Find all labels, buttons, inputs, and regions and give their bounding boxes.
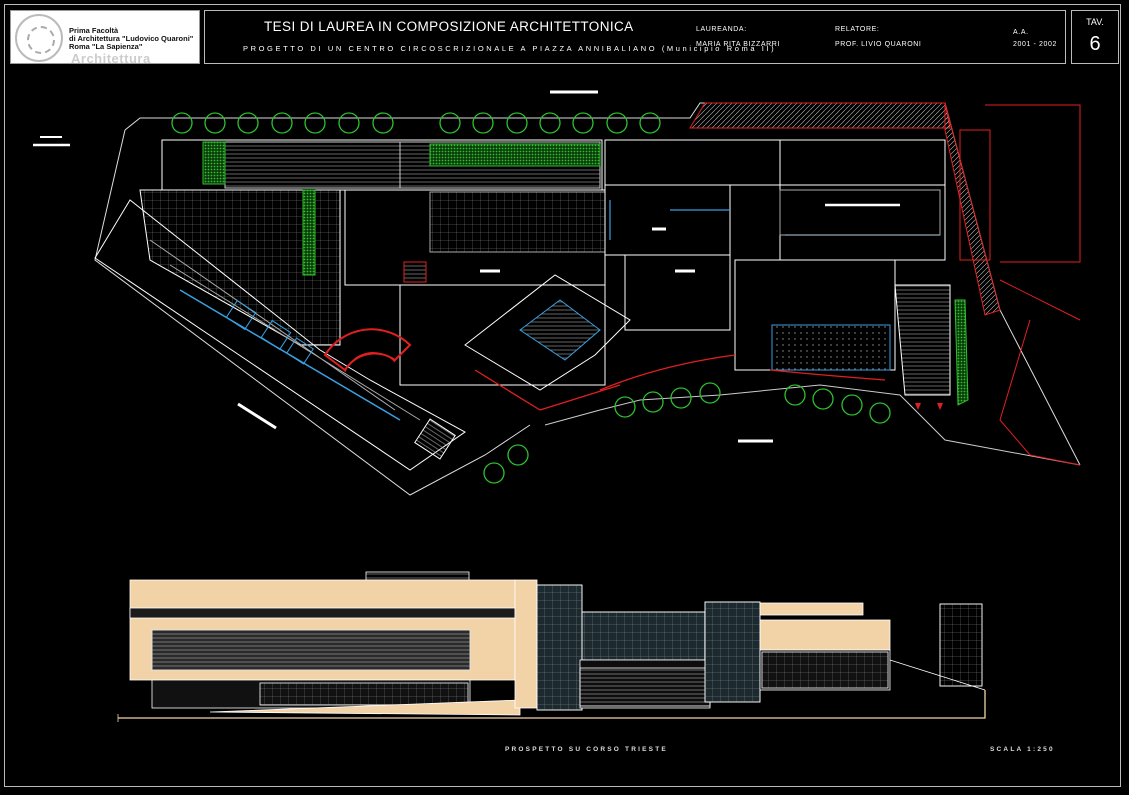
green-planter-2: [302, 189, 316, 276]
elevation-left-band: [129, 607, 516, 619]
green-roof-strip: [429, 143, 601, 167]
elevation-mid-low-grid: [579, 667, 711, 707]
tree: [606, 112, 628, 134]
elevation-far-right-grid: [939, 603, 983, 687]
tree: [507, 444, 529, 466]
elevation-caption: PROSPETTO SU CORSO TRIESTE: [505, 746, 668, 753]
east-dark-room: [779, 189, 941, 236]
elevation-right-lower-grid: [761, 651, 889, 689]
elevation-mid-glass-grid: [536, 584, 583, 711]
east-office-block: [624, 254, 731, 331]
elevation-left-louvres: [151, 629, 471, 671]
elevation-right-upper: [744, 602, 864, 616]
red-stair-block: [403, 261, 427, 283]
entry-arrow-1: [915, 403, 921, 410]
tree: [338, 112, 360, 134]
elevation-right-volume: [759, 619, 891, 651]
tree: [812, 388, 834, 410]
elevation-mid-curtain-grid: [581, 611, 708, 661]
tree: [841, 394, 863, 416]
east-wing-top: [604, 139, 946, 186]
neighbor-building-2: [999, 279, 1081, 466]
entry-arrow-2: [937, 403, 943, 410]
elevation-right-glass-grid: [704, 601, 761, 703]
neighbor-building-1: [985, 104, 1081, 263]
site-plan: [33, 90, 1081, 496]
plan-label-bar-diag: [237, 402, 277, 430]
tree: [237, 112, 259, 134]
ne-green-strip: [954, 299, 969, 406]
west-wing-stair: [414, 418, 456, 460]
tree: [639, 112, 661, 134]
tree: [483, 462, 505, 484]
tree: [171, 112, 193, 134]
tree: [304, 112, 326, 134]
red-wall-1: [474, 369, 621, 411]
elevation-tower: [514, 579, 538, 709]
tree: [642, 391, 664, 413]
tree: [506, 112, 528, 134]
auditorium-seating: [519, 299, 601, 361]
tree: [572, 112, 594, 134]
elevation-left-ground-glass: [259, 682, 469, 706]
drawing-scale: SCALA 1:250: [990, 746, 1055, 753]
architectural-drawing: [33, 90, 1081, 722]
tree: [869, 402, 891, 424]
elevation: [117, 571, 986, 722]
central-grid-area: [429, 191, 606, 253]
north-terrace-hatch: [224, 141, 401, 189]
elevation-left-roof: [365, 571, 470, 581]
east-hatched-hall: [771, 324, 891, 371]
ne-hatched-roof: [689, 102, 951, 129]
tree: [472, 112, 494, 134]
tree: [439, 112, 461, 134]
east-wing-mid: [604, 184, 731, 256]
tree: [614, 396, 636, 418]
green-planter-1: [202, 141, 226, 185]
tree: [372, 112, 394, 134]
ne-hatched-slope: [944, 102, 1001, 316]
tree: [271, 112, 293, 134]
east-ramp: [894, 284, 951, 396]
tree: [699, 382, 721, 404]
tree: [204, 112, 226, 134]
tree: [539, 112, 561, 134]
east-wing-right: [779, 139, 946, 261]
